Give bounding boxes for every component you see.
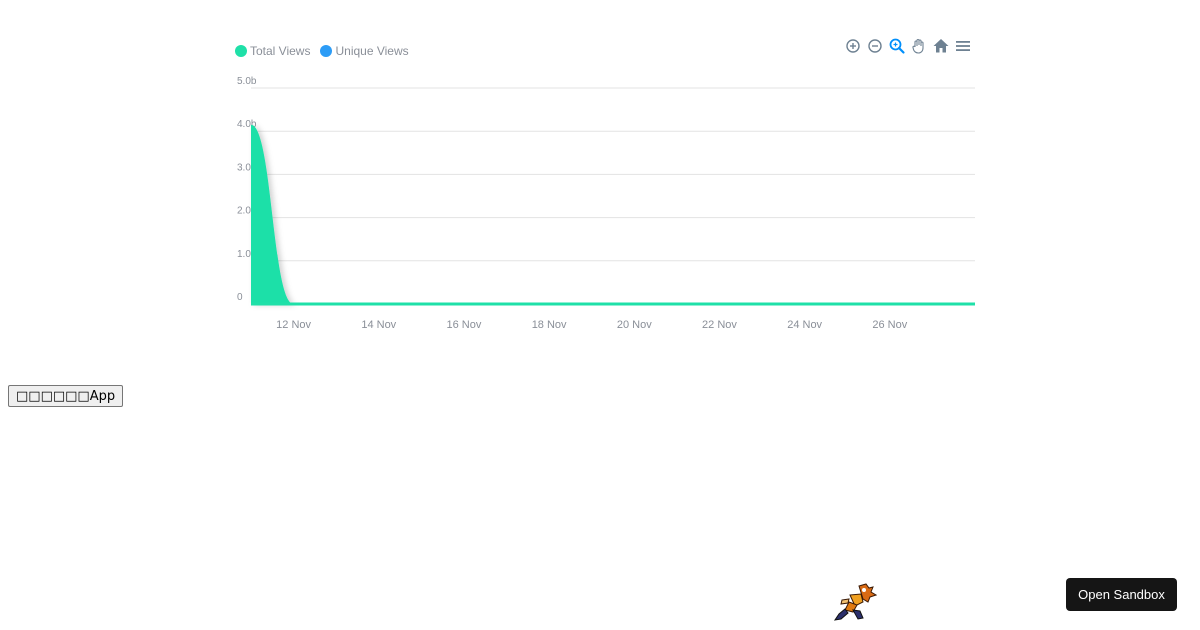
legend-marker-total-views bbox=[235, 45, 247, 57]
x-tick-label: 24 Nov bbox=[787, 319, 822, 331]
legend-marker-unique-views bbox=[320, 45, 333, 57]
running-character-sprite bbox=[833, 583, 877, 621]
x-tick-label: 18 Nov bbox=[532, 319, 567, 331]
x-tick-label: 16 Nov bbox=[447, 319, 482, 331]
home-reset-icon bbox=[933, 39, 949, 53]
app-button[interactable]: □□□□□□App bbox=[8, 385, 124, 407]
reset-zoom-button[interactable] bbox=[932, 37, 950, 55]
y-tick-label: 5.0b bbox=[237, 76, 257, 87]
open-sandbox-button[interactable]: Open Sandbox bbox=[1066, 578, 1177, 611]
series-area-total-views bbox=[251, 124, 975, 304]
zoom-out-button[interactable] bbox=[866, 37, 884, 55]
area-chart: 01.0b2.0b3.0b4.0b5.0b12 Nov 14 Nov 16 Nov 1… bbox=[237, 76, 975, 331]
legend-item-unique-views[interactable]: Unique Views bbox=[320, 44, 409, 58]
selection-zoom-button[interactable] bbox=[888, 37, 906, 55]
chart-legend: Total Views Unique Views bbox=[235, 44, 409, 58]
pan-button[interactable] bbox=[910, 37, 928, 55]
chart-container: 0 1.0b 2.0b 3.0b 4.0b 5.0b 12 Nov 14 Nov 16 Nov 1… bbox=[230, 34, 990, 344]
zoom-in-button[interactable] bbox=[844, 37, 862, 55]
pan-hand-icon bbox=[912, 38, 924, 54]
x-tick-label: 14 Nov bbox=[361, 319, 396, 331]
y-tick-label: 0 bbox=[237, 292, 243, 303]
zoom-in-icon bbox=[846, 39, 860, 53]
selection-zoom-icon bbox=[889, 38, 905, 54]
x-tick-label: 22 Nov bbox=[702, 319, 737, 331]
x-tick-label: 20 Nov bbox=[617, 319, 652, 331]
x-tick-label: 12 Nov bbox=[276, 319, 311, 331]
zoom-out-icon bbox=[868, 39, 882, 53]
chart-toolbar bbox=[844, 37, 972, 55]
x-tick-label: 26 Nov bbox=[872, 319, 907, 331]
chart-menu-button[interactable] bbox=[954, 37, 972, 55]
legend-label-unique-views: Unique Views bbox=[335, 44, 409, 58]
menu-icon bbox=[956, 41, 970, 51]
legend-label-total-views: Total Views bbox=[250, 44, 311, 58]
legend-item-total-views[interactable]: Total Views bbox=[235, 44, 310, 58]
